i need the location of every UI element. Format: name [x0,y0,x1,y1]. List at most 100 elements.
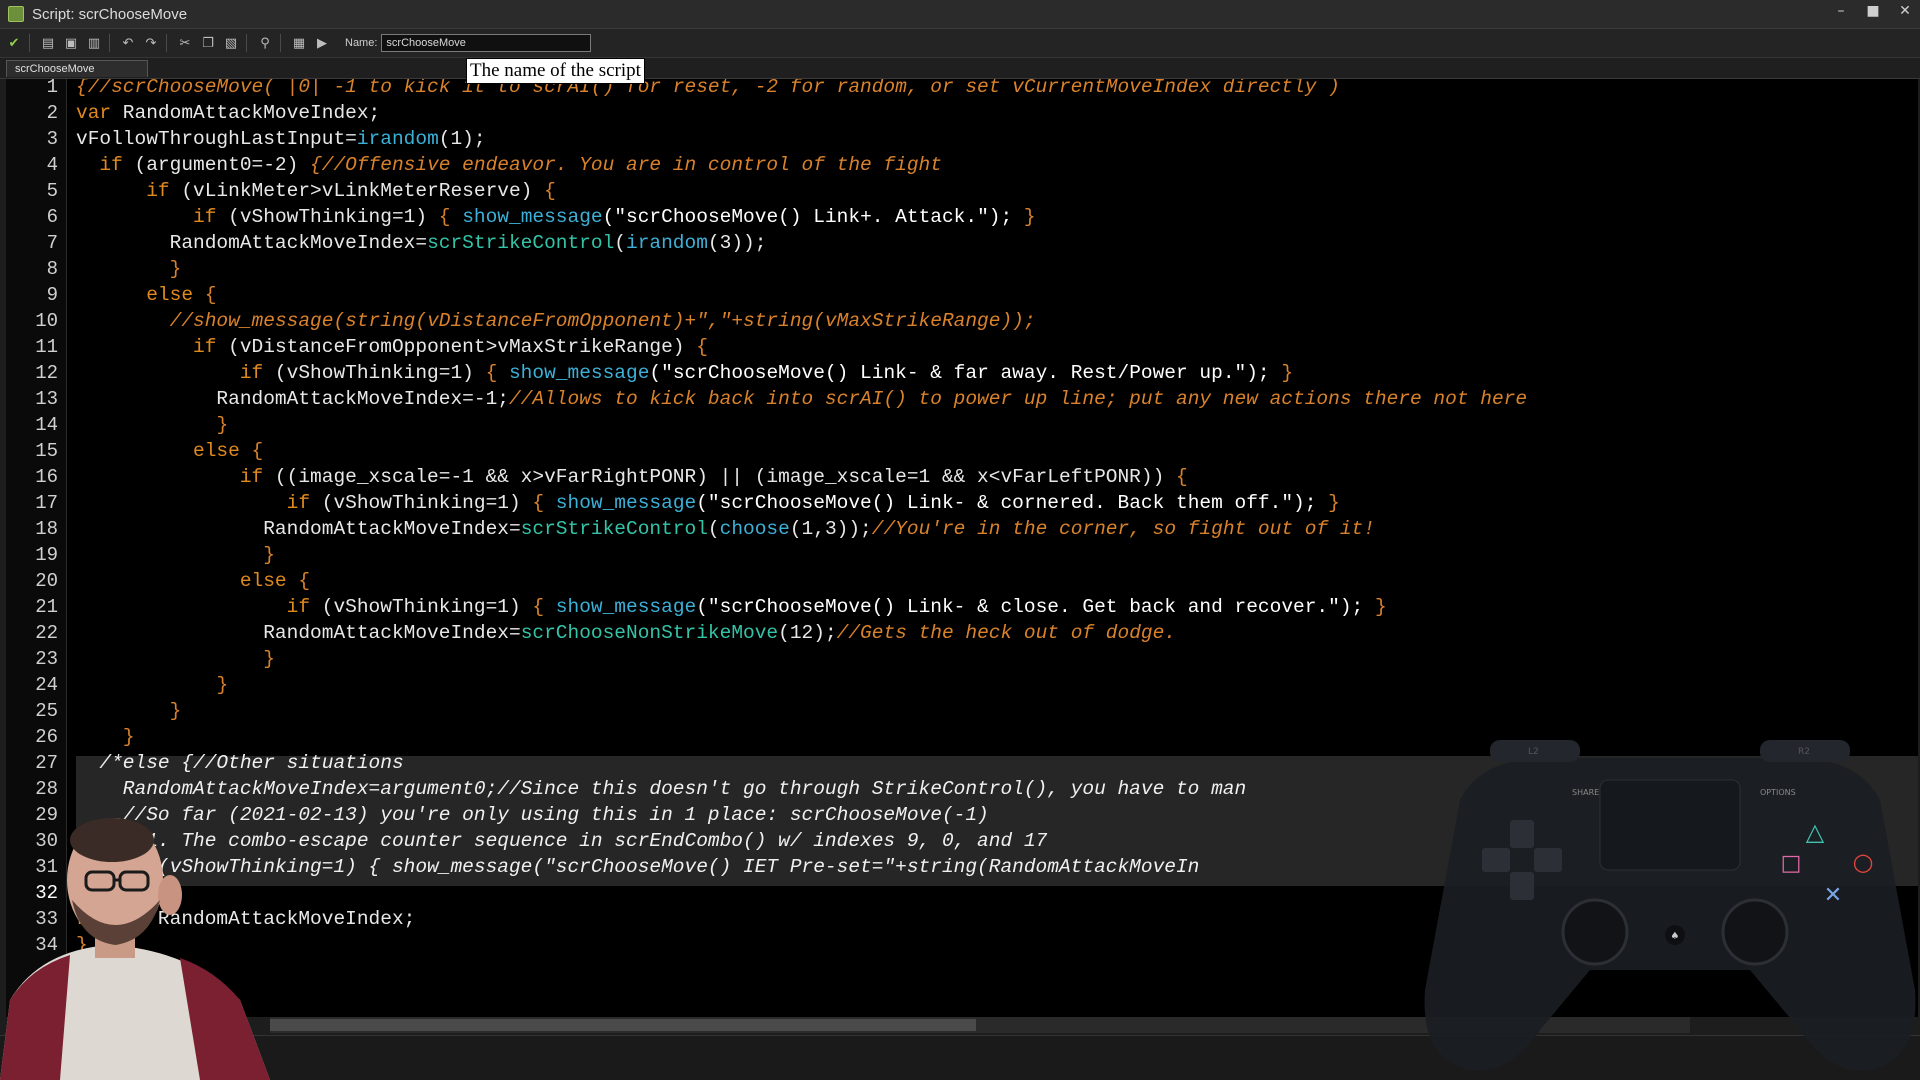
code-line[interactable]: if (vShowThinking=1) { show_message("scr… [76,594,1387,620]
line-number: 12 [35,362,58,384]
minimize-button[interactable]: – [1832,3,1850,19]
code-token: (vDistanceFromOpponent>vMaxStrikeRange) [216,336,697,358]
paste-icon[interactable]: ▧ [222,34,240,52]
code-token: } [216,414,229,436]
code-token: {//Offensive endeavor. You are in contro… [310,154,942,176]
script-name-input[interactable] [381,34,592,52]
code-token: //You're in the corner, so fight out of … [871,518,1375,540]
code-line[interactable]: } [76,698,182,724]
line-number: 27 [35,752,58,774]
code-token: (12); [778,622,837,644]
code-token: else [239,570,287,592]
code-line[interactable]: } [76,646,275,672]
redo-icon[interactable]: ↷ [142,34,160,52]
window-title: Script: scrChooseMove [32,5,188,23]
code-line[interactable]: //show_message(string(vDistanceFromOppon… [76,308,1036,334]
search-icon[interactable]: ⚲ [256,34,274,52]
code-line[interactable]: if (argument0=-2) {//Offensive endeavor.… [76,152,942,178]
code-token: if [286,596,311,618]
app-icon [8,6,24,22]
code-token: ( [707,518,720,540]
controller-overlay: L2 R2 SHARE OPTIONS △ □ ○ ✕ ♠ [1420,740,1920,1080]
code-token: (vShowThinking=1) [263,362,486,384]
code-token: { [696,336,708,358]
code-line[interactable]: else { [76,438,263,464]
open-folder-icon[interactable]: ▤ [39,34,57,52]
scrollbar-thumb[interactable] [270,1019,976,1031]
copy-icon[interactable]: ❐ [199,34,217,52]
tab-scrchoosemove[interactable]: scrChooseMove [6,60,148,77]
code-line[interactable]: } [76,412,228,438]
right-stick [1721,898,1789,966]
line-number: 2 [46,102,58,124]
code-line[interactable]: /*else {//Other situations [76,750,404,776]
line-number: 1 [46,79,58,98]
r2-label: R2 [1798,747,1810,757]
line-number: 22 [35,622,58,644]
maximize-button[interactable]: ■ [1864,3,1882,19]
code-token: { [286,570,311,592]
code-token: if [146,180,170,202]
check-icon[interactable]: ✔ [5,34,23,52]
code-line[interactable]: if (vLinkMeter>vLinkMeterReserve) { [76,178,556,204]
save-icon[interactable]: ▣ [62,34,80,52]
line-number: 25 [35,700,58,722]
toolbar-separator [280,34,281,52]
code-line[interactable]: } [76,672,228,698]
code-token: //Gets the heck out of dodge. [836,622,1177,644]
code-token: show_message [462,206,603,228]
code-token: if [193,336,217,358]
code-line[interactable]: } [76,724,135,750]
code-token: } [216,674,229,696]
code-token: if [239,362,264,384]
code-token: RandomAttackMoveIndex; [111,102,381,124]
code-token: { [532,596,556,618]
code-token: /*else {//Other situations [76,752,404,774]
code-line[interactable]: if (vShowThinking=1) { show_message("scr… [76,360,1293,386]
code-line[interactable]: {//scrChooseMove( |0| -1 to kick it to s… [76,79,1340,100]
code-line[interactable]: if (vShowThinking=1) { show_message("scr… [76,204,1036,230]
undo-icon[interactable]: ↶ [119,34,137,52]
goto-icon[interactable]: ▦ [290,34,308,52]
line-number: 14 [35,414,58,436]
line-number: 13 [35,388,58,410]
code-line[interactable]: if ((image_xscale=-1 && x>vFarRightPONR)… [76,464,1188,490]
line-number: 6 [46,206,58,228]
code-line[interactable]: if (vDistanceFromOpponent>vMaxStrikeRang… [76,334,708,360]
cut-icon[interactable]: ✂ [176,34,194,52]
tab-strip: scrChooseMove [0,58,1920,79]
code-line[interactable]: RandomAttackMoveIndex=scrChooseNonStrike… [76,620,1176,646]
code-line[interactable]: } [76,256,182,282]
code-line[interactable]: var RandomAttackMoveIndex; [76,100,380,126]
share-label: SHARE [1572,788,1599,797]
code-line[interactable]: RandomAttackMoveIndex=-1;//Allows to kic… [76,386,1527,412]
code-line[interactable]: vFollowThroughLastInput=irandom(1); [76,126,486,152]
code-token: RandomAttackMoveIndex=argument0;//Since … [76,778,1247,800]
code-line[interactable]: RandomAttackMoveIndex=argument0;//Since … [76,776,1246,802]
code-line[interactable]: } [76,542,275,568]
code-line[interactable]: else { [76,568,310,594]
code-token: choose [719,518,790,540]
code-token: ( [614,232,626,254]
toolbar-separator [29,34,30,52]
print-icon[interactable]: ▥ [85,34,103,52]
code-token: show_message [555,492,697,514]
code-token: irandom [356,128,439,150]
l2-label: L2 [1528,747,1539,757]
code-token: (vLinkMeter>vLinkMeterReserve) [169,180,545,202]
run-icon[interactable]: ▶ [313,34,331,52]
code-token: { [438,206,463,228]
code-token: scrChooseNonStrikeMove [520,622,779,644]
code-token: ("scrChooseMove() Link- & cornered. Back… [696,492,1329,514]
code-line[interactable]: if (vShowThinking=1) { show_message("scr… [76,490,1340,516]
code-token: { [485,362,509,384]
code-line[interactable]: RandomAttackMoveIndex=scrStrikeControl(c… [76,516,1375,542]
close-button[interactable]: ✕ [1896,3,1914,19]
code-line[interactable]: else { [76,282,216,308]
code-line[interactable]: RandomAttackMoveIndex=scrStrikeControl(i… [76,230,767,256]
code-token: } [169,700,182,722]
